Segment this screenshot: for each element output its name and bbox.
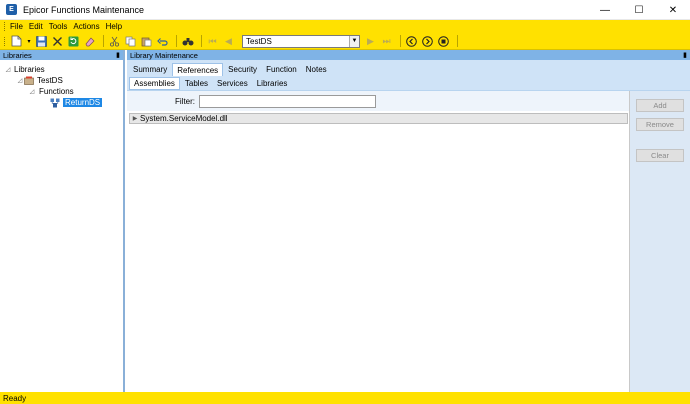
tree-node-label: TestDS xyxy=(37,76,63,85)
collapse-icon[interactable]: ◿ xyxy=(4,66,12,73)
previous-record-icon: ◀ xyxy=(225,35,232,46)
libraries-panel-header: Libraries ▮ xyxy=(0,50,123,60)
menu-grip[interactable] xyxy=(4,22,6,31)
cut-icon[interactable] xyxy=(108,35,121,48)
tree-node-label: Libraries xyxy=(14,65,45,74)
menu-bar: File Edit Tools Actions Help xyxy=(0,20,690,33)
first-record-icon: ⏮ xyxy=(208,35,217,46)
toolbar-separator xyxy=(176,35,177,47)
subtab-assemblies[interactable]: Assemblies xyxy=(129,76,180,90)
toolbar-separator xyxy=(201,35,202,47)
menu-help[interactable]: Help xyxy=(106,22,122,31)
binoculars-icon[interactable] xyxy=(181,35,194,48)
library-icon xyxy=(24,76,34,85)
undo-icon[interactable] xyxy=(156,35,169,48)
remove-button[interactable]: Remove xyxy=(636,118,684,131)
add-button[interactable]: Add xyxy=(636,99,684,112)
eraser-icon[interactable] xyxy=(83,35,96,48)
assemblies-content: Filter: ▶ System.ServiceModel.dll xyxy=(127,91,630,392)
toolbar-separator xyxy=(400,35,401,47)
libraries-panel-title: Libraries xyxy=(3,50,32,60)
list-item[interactable]: ▶ System.ServiceModel.dll xyxy=(129,113,628,124)
assembly-actions: Add Remove Clear xyxy=(630,91,690,392)
library-maintenance-header: Library Maintenance ▮ xyxy=(127,50,690,60)
subtab-tables[interactable]: Tables xyxy=(181,77,212,90)
delete-icon[interactable] xyxy=(51,35,64,48)
last-record-icon: ⏭ xyxy=(382,35,391,46)
tree-node-returnds[interactable]: ReturnDS xyxy=(0,97,123,108)
status-bar: Ready xyxy=(0,392,690,404)
dropdown-arrow-icon[interactable]: ▾ xyxy=(26,35,32,48)
libraries-panel: Libraries ▮ ◿ Libraries ◿ TestDS ◿ Funct… xyxy=(0,50,125,392)
tab-references[interactable]: References xyxy=(172,63,224,76)
record-selector-combo[interactable]: TestDS ▼ xyxy=(242,34,360,48)
status-text: Ready xyxy=(3,393,27,403)
new-icon[interactable] xyxy=(10,35,23,48)
tree-node-testds[interactable]: ◿ TestDS xyxy=(0,75,123,86)
stop-icon[interactable] xyxy=(437,35,450,48)
next-record-icon: ▶ xyxy=(367,35,374,46)
app-icon: E xyxy=(6,4,17,15)
back-icon[interactable] xyxy=(405,35,418,48)
clear-button[interactable]: Clear xyxy=(636,149,684,162)
window-controls: — ☐ ✕ xyxy=(588,0,690,20)
refresh-icon[interactable] xyxy=(67,35,80,48)
tab-security[interactable]: Security xyxy=(224,63,261,76)
tab-notes[interactable]: Notes xyxy=(302,63,331,76)
toolbar: ▾ ⏮ ◀ TestDS ▼ ▶ ⏭ xyxy=(0,33,690,50)
expand-icon[interactable]: ▶ xyxy=(130,115,140,122)
maximize-button[interactable]: ☐ xyxy=(622,0,656,20)
toolbar-separator xyxy=(457,35,458,47)
window-title: Epicor Functions Maintenance xyxy=(23,4,145,15)
tab-function[interactable]: Function xyxy=(262,63,301,76)
tree-node-libraries[interactable]: ◿ Libraries xyxy=(0,64,123,75)
save-icon[interactable] xyxy=(35,35,48,48)
title-bar: E Epicor Functions Maintenance — ☐ ✕ xyxy=(0,0,690,20)
menu-actions[interactable]: Actions xyxy=(73,22,99,31)
filter-row: Filter: xyxy=(127,91,629,111)
filter-label: Filter: xyxy=(175,96,195,106)
tree-node-label: Functions xyxy=(39,87,74,96)
copy-icon[interactable] xyxy=(124,35,137,48)
function-icon xyxy=(50,98,60,108)
library-maintenance-title: Library Maintenance xyxy=(130,50,198,60)
main-tabs: Summary References Security Function Not… xyxy=(127,60,690,76)
tab-summary[interactable]: Summary xyxy=(129,63,171,76)
combo-arrow-icon[interactable]: ▼ xyxy=(349,35,359,47)
menu-tools[interactable]: Tools xyxy=(49,22,68,31)
subtab-services[interactable]: Services xyxy=(213,77,252,90)
collapse-icon[interactable]: ◿ xyxy=(16,77,24,84)
minimize-button[interactable]: — xyxy=(588,0,622,20)
menu-file[interactable]: File xyxy=(10,22,23,31)
close-button[interactable]: ✕ xyxy=(656,0,690,20)
forward-icon[interactable] xyxy=(421,35,434,48)
tree-node-label: ReturnDS xyxy=(63,98,103,107)
tree-node-functions[interactable]: ◿ Functions xyxy=(0,86,123,97)
references-subtabs: Assemblies Tables Services Libraries xyxy=(127,76,690,91)
pin-icon[interactable]: ▮ xyxy=(116,51,120,59)
filter-input[interactable] xyxy=(199,94,376,108)
library-maintenance-panel: Library Maintenance ▮ Summary References… xyxy=(127,50,690,392)
pin-icon[interactable]: ▮ xyxy=(683,51,687,59)
libraries-tree: ◿ Libraries ◿ TestDS ◿ Functions ReturnD… xyxy=(0,60,123,108)
record-selector-value: TestDS xyxy=(246,36,272,46)
toolbar-separator xyxy=(103,35,104,47)
menu-edit[interactable]: Edit xyxy=(29,22,43,31)
assembly-name: System.ServiceModel.dll xyxy=(140,114,228,123)
paste-icon[interactable] xyxy=(140,35,153,48)
collapse-icon[interactable]: ◿ xyxy=(28,88,36,95)
toolbar-grip[interactable] xyxy=(4,36,6,46)
subtab-libraries[interactable]: Libraries xyxy=(253,77,292,90)
